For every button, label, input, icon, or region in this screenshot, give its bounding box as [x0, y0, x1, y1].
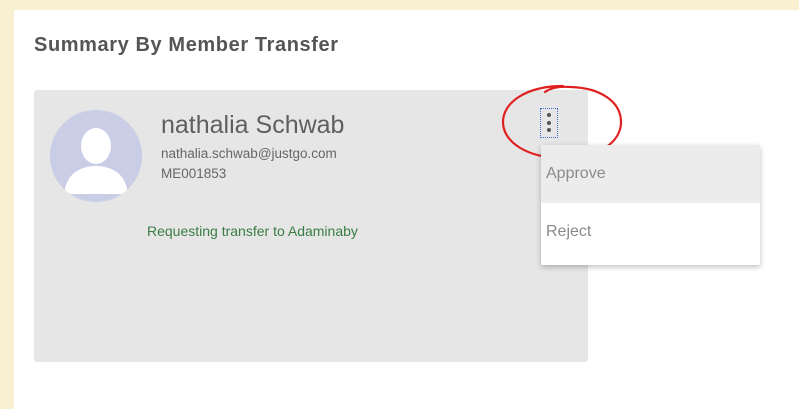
transfer-status: Requesting transfer to Adaminaby: [147, 223, 358, 239]
member-name: nathalia Schwab: [161, 111, 345, 139]
page-title: Summary By Member Transfer: [34, 34, 339, 56]
more-options-button[interactable]: [540, 108, 558, 138]
menu-item-reject[interactable]: Reject: [541, 203, 760, 261]
member-id: ME001853: [161, 166, 227, 181]
menu-item-approve[interactable]: Approve: [541, 145, 760, 203]
vertical-ellipsis-dot: [546, 120, 551, 125]
actions-dropdown-menu: Approve Reject: [541, 145, 760, 265]
vertical-ellipsis-icon: [546, 113, 551, 117]
vertical-ellipsis-dot: [546, 128, 551, 132]
member-email: nathalia.schwab@justgo.com: [161, 146, 337, 161]
member-transfer-card: nathalia Schwab nathalia.schwab@justgo.c…: [34, 90, 588, 362]
user-silhouette-icon: [50, 110, 142, 202]
